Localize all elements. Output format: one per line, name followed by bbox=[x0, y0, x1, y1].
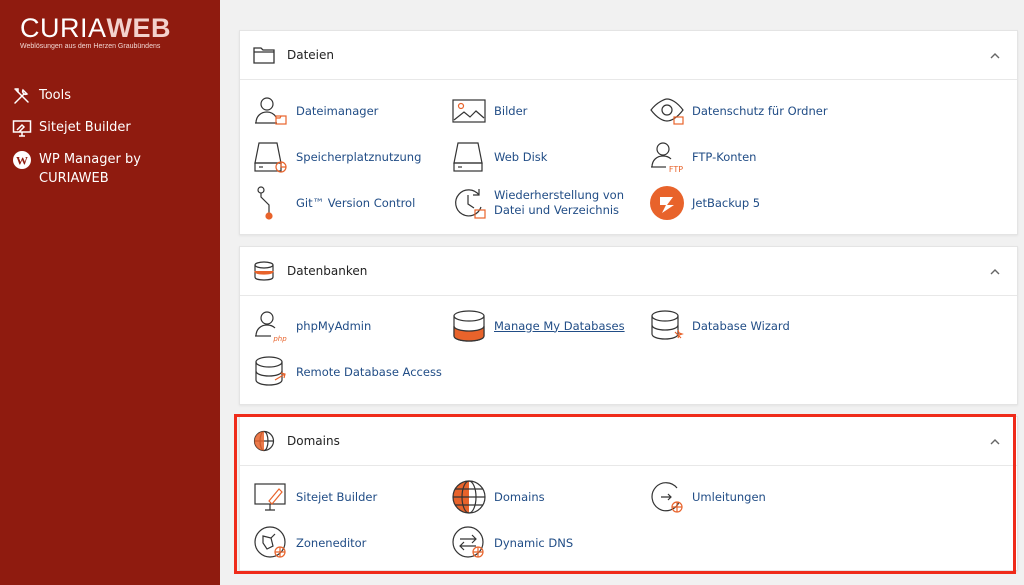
wordpress-icon: W bbox=[13, 151, 31, 169]
remote-database-icon bbox=[255, 356, 286, 386]
svg-text:FTP: FTP bbox=[669, 165, 683, 174]
zone-editor-icon bbox=[254, 526, 286, 558]
tool-label: Sitejet Builder bbox=[296, 489, 378, 504]
folder-icon bbox=[253, 47, 275, 64]
tool-web-disk[interactable]: Web Disk bbox=[451, 137, 649, 177]
tool-domains[interactable]: Domains bbox=[451, 477, 649, 517]
tool-label: Domains bbox=[494, 489, 545, 504]
tool-label: Remote Database Access bbox=[296, 364, 442, 379]
tool-label: Speicherplatznutzung bbox=[296, 149, 422, 164]
databases-panel-header[interactable]: Datenbanken bbox=[240, 247, 1017, 296]
tool-label: JetBackup 5 bbox=[692, 195, 761, 210]
tool-jetbackup[interactable]: JetBackup 5 bbox=[649, 183, 847, 223]
tool-label: Database Wizard bbox=[692, 318, 790, 333]
tool-label: Dateimanager bbox=[296, 103, 379, 118]
tool-label: Zoneneditor bbox=[296, 535, 367, 550]
images-icon bbox=[452, 99, 486, 123]
domains-panel: Domains Sitejet Builder Domains Umleitun… bbox=[239, 416, 1018, 571]
domains-panel-header[interactable]: Domains bbox=[240, 417, 1017, 466]
tool-database-wizard[interactable]: Database Wizard bbox=[649, 306, 847, 346]
globe-icon bbox=[253, 430, 275, 452]
tool-label: phpMyAdmin bbox=[296, 318, 372, 333]
tool-remote-database[interactable]: Remote Database Access bbox=[253, 352, 451, 392]
tool-sitejet-builder[interactable]: Sitejet Builder bbox=[253, 477, 451, 517]
sidebar: CURIAWEB Weblösungen aus dem Herzen Grau… bbox=[0, 0, 220, 585]
phpmyadmin-icon: php bbox=[255, 311, 287, 343]
tool-git[interactable]: Git™ Version Control bbox=[253, 183, 451, 223]
disk-usage-icon bbox=[254, 142, 287, 173]
git-icon bbox=[257, 186, 273, 220]
jetbackup-icon bbox=[650, 186, 684, 220]
tool-dynamic-dns[interactable]: Dynamic DNS bbox=[451, 523, 649, 563]
tool-file-restore[interactable]: Wiederherstellung von Datei und Verzeich… bbox=[451, 183, 651, 223]
sitejet-icon bbox=[254, 483, 286, 511]
tool-label: Web Disk bbox=[494, 149, 548, 164]
manage-databases-icon bbox=[453, 310, 485, 342]
logo-text: CURIAWEB bbox=[20, 13, 172, 43]
web-disk-icon bbox=[453, 142, 483, 172]
tool-label: Bilder bbox=[494, 103, 528, 118]
panel-title: Dateien bbox=[287, 48, 335, 62]
databases-panel: Datenbanken php phpMyAdmin Manage My Dat… bbox=[239, 246, 1018, 405]
svg-text:W: W bbox=[16, 154, 28, 168]
tool-directory-privacy[interactable]: Datenschutz für Ordner bbox=[649, 91, 869, 131]
chevron-up-icon[interactable] bbox=[988, 435, 1002, 449]
sidebar-item-label: Sitejet Builder bbox=[39, 120, 131, 135]
tool-file-manager[interactable]: Dateimanager bbox=[253, 91, 451, 131]
monitor-icon bbox=[12, 120, 32, 137]
sidebar-nav: Tools Sitejet Builder W WP Manager by CU… bbox=[12, 86, 212, 200]
panel-title: Domains bbox=[287, 434, 340, 448]
tool-label: Manage My Databases bbox=[494, 318, 625, 333]
files-panel: Dateien Dateimanager Bilder Datenschutz … bbox=[239, 30, 1018, 235]
files-panel-header[interactable]: Dateien bbox=[240, 31, 1017, 80]
tool-label: Git™ Version Control bbox=[296, 195, 416, 210]
tool-label: Dynamic DNS bbox=[494, 535, 574, 550]
sidebar-item-sitejet[interactable]: Sitejet Builder bbox=[12, 118, 212, 138]
tool-label: FTP-Konten bbox=[692, 149, 757, 164]
database-wizard-icon bbox=[651, 310, 684, 340]
tool-redirects[interactable]: Umleitungen bbox=[649, 477, 847, 517]
tool-ftp-accounts[interactable]: FTP FTP-Konten bbox=[649, 137, 847, 177]
tool-manage-databases[interactable]: Manage My Databases bbox=[451, 306, 649, 346]
panel-title: Datenbanken bbox=[287, 264, 368, 278]
redirects-icon bbox=[651, 482, 683, 513]
globe-icon bbox=[452, 480, 486, 514]
tool-label: Wiederherstellung von Datei und Verzeich… bbox=[494, 188, 625, 217]
sidebar-item-wp-manager[interactable]: W WP Manager by CURIAWEB bbox=[12, 150, 212, 188]
tool-disk-usage[interactable]: Speicherplatznutzung bbox=[253, 137, 451, 177]
tool-phpmyadmin[interactable]: php phpMyAdmin bbox=[253, 306, 451, 346]
brand-logo[interactable]: CURIAWEB Weblösungen aus dem Herzen Grau… bbox=[20, 14, 171, 50]
svg-text:php: php bbox=[272, 335, 287, 343]
database-icon bbox=[254, 261, 274, 281]
chevron-up-icon[interactable] bbox=[988, 265, 1002, 279]
sidebar-item-label: Tools bbox=[39, 88, 72, 103]
file-manager-icon bbox=[255, 97, 287, 125]
sidebar-item-label: WP Manager by CURIAWEB bbox=[39, 152, 141, 186]
tools-icon bbox=[14, 88, 29, 104]
tool-label: Umleitungen bbox=[692, 489, 766, 504]
tool-zone-editor[interactable]: Zoneneditor bbox=[253, 523, 451, 563]
tool-images[interactable]: Bilder bbox=[451, 91, 649, 131]
chevron-up-icon[interactable] bbox=[988, 49, 1002, 63]
tool-label: Datenschutz für Ordner bbox=[692, 103, 828, 118]
dynamic-dns-icon bbox=[452, 526, 484, 558]
directory-privacy-icon bbox=[650, 98, 684, 125]
sidebar-item-tools[interactable]: Tools bbox=[12, 86, 212, 106]
logo-tagline: Weblösungen aus dem Herzen Graubündens bbox=[20, 43, 161, 50]
ftp-accounts-icon: FTP bbox=[651, 142, 683, 174]
file-restore-icon bbox=[455, 189, 486, 219]
